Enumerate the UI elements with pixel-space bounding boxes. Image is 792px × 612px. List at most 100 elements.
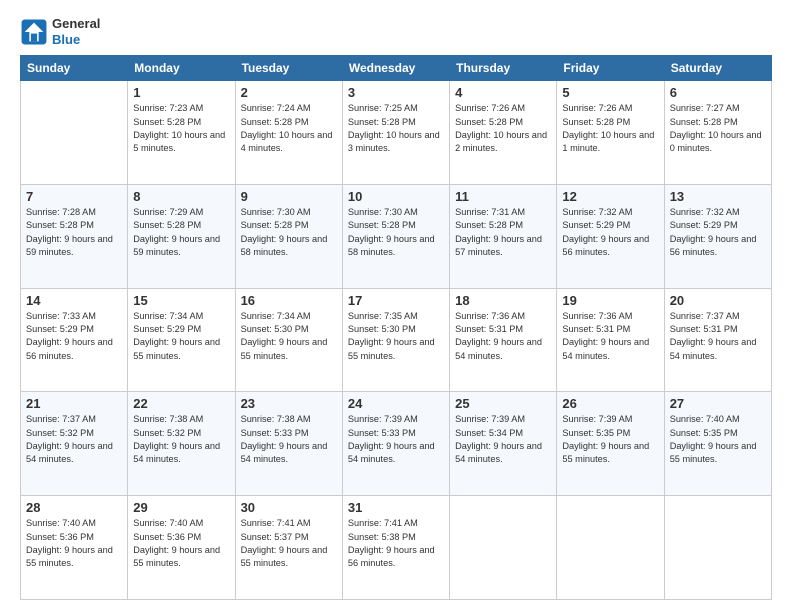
day-number: 4 [455,85,551,100]
day-header-saturday: Saturday [664,56,771,81]
day-info: Sunrise: 7:40 AMSunset: 5:35 PMDaylight:… [670,413,766,466]
day-number: 29 [133,500,229,515]
day-info: Sunrise: 7:35 AMSunset: 5:30 PMDaylight:… [348,310,444,363]
day-info: Sunrise: 7:30 AMSunset: 5:28 PMDaylight:… [348,206,444,259]
logo-blue: Blue [52,32,100,48]
day-header-monday: Monday [128,56,235,81]
day-header-sunday: Sunday [21,56,128,81]
calendar-cell: 8 Sunrise: 7:29 AMSunset: 5:28 PMDaylight… [128,184,235,288]
day-number: 15 [133,293,229,308]
calendar-week-row: 1 Sunrise: 7:23 AMSunset: 5:28 PMDaylight… [21,81,772,185]
day-info: Sunrise: 7:39 AMSunset: 5:33 PMDaylight:… [348,413,444,466]
logo: General Blue [20,16,100,47]
calendar-cell: 22 Sunrise: 7:38 AMSunset: 5:32 PMDayligh… [128,392,235,496]
day-info: Sunrise: 7:24 AMSunset: 5:28 PMDaylight:… [241,102,337,155]
day-number: 1 [133,85,229,100]
calendar-week-row: 28 Sunrise: 7:40 AMSunset: 5:36 PMDayligh… [21,496,772,600]
day-info: Sunrise: 7:33 AMSunset: 5:29 PMDaylight:… [26,310,122,363]
calendar-cell: 31 Sunrise: 7:41 AMSunset: 5:38 PMDayligh… [342,496,449,600]
calendar-cell: 29 Sunrise: 7:40 AMSunset: 5:36 PMDayligh… [128,496,235,600]
header: General Blue [20,16,772,47]
calendar-week-row: 21 Sunrise: 7:37 AMSunset: 5:32 PMDayligh… [21,392,772,496]
day-info: Sunrise: 7:23 AMSunset: 5:28 PMDaylight:… [133,102,229,155]
calendar-cell [450,496,557,600]
day-header-tuesday: Tuesday [235,56,342,81]
day-number: 28 [26,500,122,515]
calendar-cell [664,496,771,600]
day-info: Sunrise: 7:27 AMSunset: 5:28 PMDaylight:… [670,102,766,155]
day-info: Sunrise: 7:32 AMSunset: 5:29 PMDaylight:… [670,206,766,259]
calendar-cell: 20Sunrise: 7:37 AMSunset: 5:31 PMDayligh… [664,288,771,392]
day-info: Sunrise: 7:34 AMSunset: 5:30 PMDaylight:… [241,310,337,363]
day-number: 18 [455,293,551,308]
day-info: Sunrise: 7:37 AMSunset: 5:32 PMDaylight:… [26,413,122,466]
day-number: 27 [670,396,766,411]
logo-text: General Blue [52,16,100,47]
day-info: Sunrise: 7:38 AMSunset: 5:32 PMDaylight:… [133,413,229,466]
calendar-cell: 2Sunrise: 7:24 AMSunset: 5:28 PMDaylight… [235,81,342,185]
logo-icon [20,18,48,46]
calendar-cell: 30 Sunrise: 7:41 AMSunset: 5:37 PMDayligh… [235,496,342,600]
day-number: 14 [26,293,122,308]
day-info: Sunrise: 7:36 AMSunset: 5:31 PMDaylight:… [562,310,658,363]
day-number: 10 [348,189,444,204]
day-number: 24 [348,396,444,411]
day-number: 16 [241,293,337,308]
day-number: 22 [133,396,229,411]
calendar-week-row: 7 Sunrise: 7:28 AMSunset: 5:28 PMDaylight… [21,184,772,288]
day-info: Sunrise: 7:26 AMSunset: 5:28 PMDaylight:… [455,102,551,155]
day-info: Sunrise: 7:37 AMSunset: 5:31 PMDaylight:… [670,310,766,363]
day-info: Sunrise: 7:41 AMSunset: 5:37 PMDaylight:… [241,517,337,570]
calendar-cell: 4 Sunrise: 7:26 AMSunset: 5:28 PMDaylight… [450,81,557,185]
page: General Blue SundayMondayTuesdayWednesda… [0,0,792,612]
day-number: 31 [348,500,444,515]
day-info: Sunrise: 7:26 AMSunset: 5:28 PMDaylight:… [562,102,658,155]
day-info: Sunrise: 7:30 AMSunset: 5:28 PMDaylight:… [241,206,337,259]
day-info: Sunrise: 7:28 AMSunset: 5:28 PMDaylight:… [26,206,122,259]
calendar-cell [557,496,664,600]
day-number: 8 [133,189,229,204]
calendar-cell: 17 Sunrise: 7:35 AMSunset: 5:30 PMDayligh… [342,288,449,392]
day-number: 23 [241,396,337,411]
calendar-cell: 5 Sunrise: 7:26 AMSunset: 5:28 PMDaylight… [557,81,664,185]
day-info: Sunrise: 7:40 AMSunset: 5:36 PMDaylight:… [133,517,229,570]
calendar-cell: 1 Sunrise: 7:23 AMSunset: 5:28 PMDaylight… [128,81,235,185]
day-info: Sunrise: 7:39 AMSunset: 5:34 PMDaylight:… [455,413,551,466]
calendar-cell: 9Sunrise: 7:30 AMSunset: 5:28 PMDaylight… [235,184,342,288]
day-info: Sunrise: 7:25 AMSunset: 5:28 PMDaylight:… [348,102,444,155]
day-info: Sunrise: 7:29 AMSunset: 5:28 PMDaylight:… [133,206,229,259]
day-number: 19 [562,293,658,308]
calendar-cell: 27 Sunrise: 7:40 AMSunset: 5:35 PMDayligh… [664,392,771,496]
calendar-cell: 23 Sunrise: 7:38 AMSunset: 5:33 PMDayligh… [235,392,342,496]
calendar-header-row: SundayMondayTuesdayWednesdayThursdayFrid… [21,56,772,81]
calendar-cell: 26Sunrise: 7:39 AMSunset: 5:35 PMDayligh… [557,392,664,496]
calendar-cell: 21 Sunrise: 7:37 AMSunset: 5:32 PMDayligh… [21,392,128,496]
day-info: Sunrise: 7:36 AMSunset: 5:31 PMDaylight:… [455,310,551,363]
day-number: 7 [26,189,122,204]
calendar-table: SundayMondayTuesdayWednesdayThursdayFrid… [20,55,772,600]
day-info: Sunrise: 7:34 AMSunset: 5:29 PMDaylight:… [133,310,229,363]
calendar-week-row: 14 Sunrise: 7:33 AMSunset: 5:29 PMDayligh… [21,288,772,392]
calendar-cell: 15 Sunrise: 7:34 AMSunset: 5:29 PMDayligh… [128,288,235,392]
day-info: Sunrise: 7:31 AMSunset: 5:28 PMDaylight:… [455,206,551,259]
day-header-thursday: Thursday [450,56,557,81]
day-number: 13 [670,189,766,204]
calendar-cell: 24 Sunrise: 7:39 AMSunset: 5:33 PMDayligh… [342,392,449,496]
day-info: Sunrise: 7:41 AMSunset: 5:38 PMDaylight:… [348,517,444,570]
calendar-cell: 18 Sunrise: 7:36 AMSunset: 5:31 PMDayligh… [450,288,557,392]
day-info: Sunrise: 7:32 AMSunset: 5:29 PMDaylight:… [562,206,658,259]
day-number: 21 [26,396,122,411]
day-number: 25 [455,396,551,411]
day-number: 17 [348,293,444,308]
calendar-cell: 3Sunrise: 7:25 AMSunset: 5:28 PMDaylight… [342,81,449,185]
day-header-wednesday: Wednesday [342,56,449,81]
logo-general: General [52,16,100,32]
day-number: 11 [455,189,551,204]
calendar-cell: 14 Sunrise: 7:33 AMSunset: 5:29 PMDayligh… [21,288,128,392]
day-info: Sunrise: 7:38 AMSunset: 5:33 PMDaylight:… [241,413,337,466]
day-info: Sunrise: 7:39 AMSunset: 5:35 PMDaylight:… [562,413,658,466]
day-number: 30 [241,500,337,515]
day-number: 5 [562,85,658,100]
calendar-cell: 19 Sunrise: 7:36 AMSunset: 5:31 PMDayligh… [557,288,664,392]
day-number: 6 [670,85,766,100]
